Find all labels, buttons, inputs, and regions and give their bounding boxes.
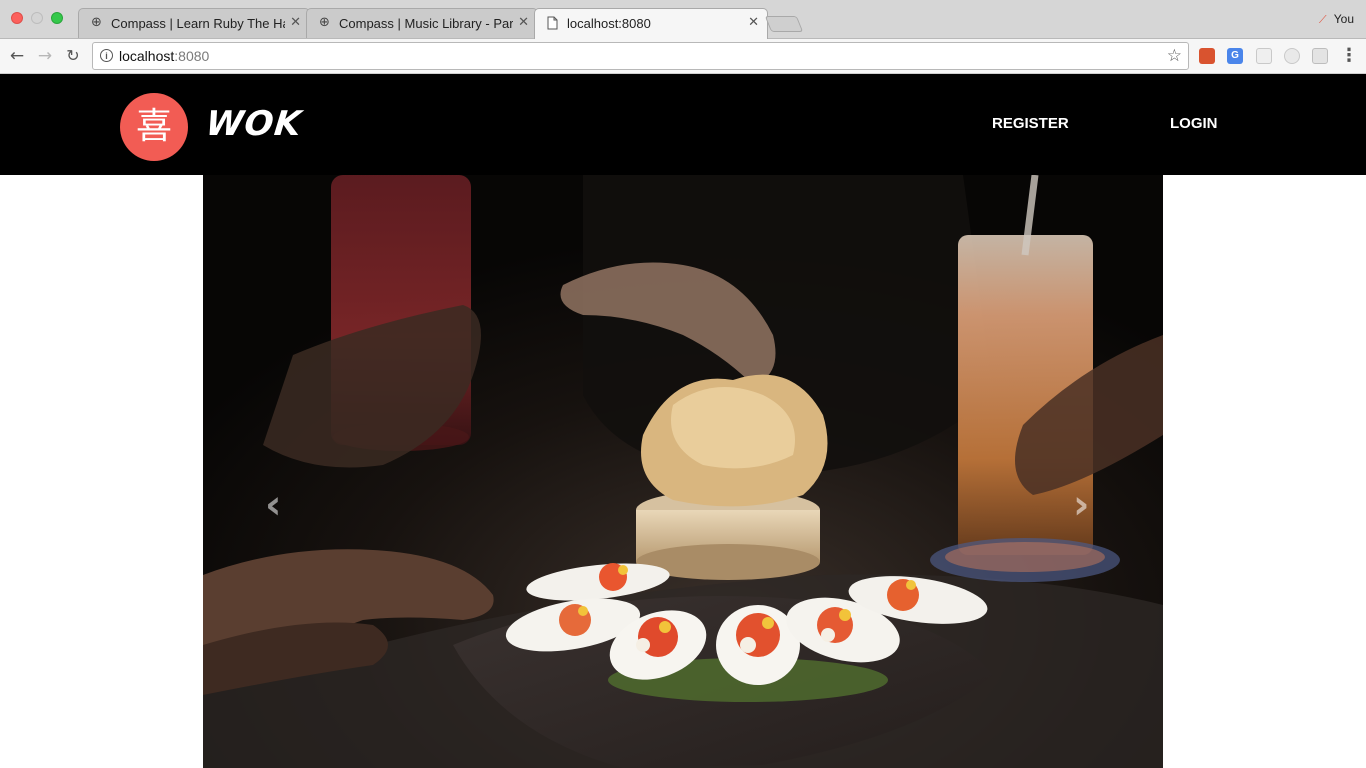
- translate-extension-icon[interactable]: G: [1227, 48, 1243, 64]
- close-icon[interactable]: ✕: [518, 15, 529, 31]
- browser-tab-active[interactable]: localhost:8080 ✕: [534, 8, 768, 39]
- window-maximize-button[interactable]: [51, 12, 63, 24]
- browser-toolbar: ← → ↻ i localhost:8080 ☆ G ⋮: [0, 39, 1366, 74]
- extension-grid-icon[interactable]: [1312, 48, 1328, 64]
- carousel-next-button[interactable]: ›: [1073, 485, 1089, 525]
- profile-label: You: [1333, 12, 1354, 26]
- page-icon: [547, 16, 561, 30]
- window-minimize-button[interactable]: [31, 12, 43, 24]
- forward-arrow-icon[interactable]: →: [34, 45, 56, 67]
- extension-circle-icon[interactable]: [1284, 48, 1300, 64]
- site-header: 喜 WOK REGISTER LOGIN: [0, 74, 1366, 175]
- new-tab-button[interactable]: [764, 16, 804, 32]
- globe-icon: ⊕: [91, 15, 102, 30]
- tab-title: Compass | Music Library - Par: [339, 16, 513, 31]
- url-text[interactable]: localhost:8080: [119, 48, 209, 64]
- profile-icon: ⟋: [1318, 13, 1327, 26]
- browser-menu-icon[interactable]: ⋮: [1340, 45, 1358, 67]
- reload-icon[interactable]: ↻: [62, 45, 84, 67]
- back-arrow-icon[interactable]: ←: [6, 45, 28, 67]
- close-icon[interactable]: ✕: [290, 15, 301, 31]
- brand-name[interactable]: WOK: [204, 104, 304, 144]
- browser-tab[interactable]: ⊕ Compass | Music Library - Par ✕: [306, 8, 538, 38]
- login-link[interactable]: LOGIN: [1170, 115, 1218, 132]
- close-icon[interactable]: ✕: [748, 15, 759, 31]
- logo-icon[interactable]: 喜: [120, 93, 188, 161]
- tab-title: Compass | Learn Ruby The Ha: [111, 16, 285, 31]
- carousel-prev-button[interactable]: ‹: [265, 485, 281, 525]
- browser-tab-bar: ⊕ Compass | Learn Ruby The Ha ✕ ⊕ Compas…: [0, 0, 1366, 39]
- browser-tab[interactable]: ⊕ Compass | Learn Ruby The Ha ✕: [78, 8, 310, 38]
- register-link[interactable]: REGISTER: [992, 115, 1069, 132]
- hero-carousel: ‹ ›: [203, 175, 1163, 768]
- url-host: localhost: [119, 48, 175, 64]
- tab-title: localhost:8080: [567, 16, 651, 31]
- bookmark-star-icon[interactable]: ☆: [1167, 46, 1182, 66]
- globe-icon: ⊕: [319, 15, 330, 30]
- address-bar[interactable]: i localhost:8080 ☆: [92, 42, 1189, 70]
- profile-button[interactable]: ⟋ You: [1319, 12, 1354, 27]
- window-close-button[interactable]: [11, 12, 23, 24]
- extension-card-icon[interactable]: [1256, 48, 1272, 64]
- info-icon[interactable]: i: [100, 49, 113, 62]
- hero-image: [203, 175, 1163, 768]
- url-port: :8080: [174, 48, 210, 64]
- extension-book-icon[interactable]: [1199, 48, 1215, 64]
